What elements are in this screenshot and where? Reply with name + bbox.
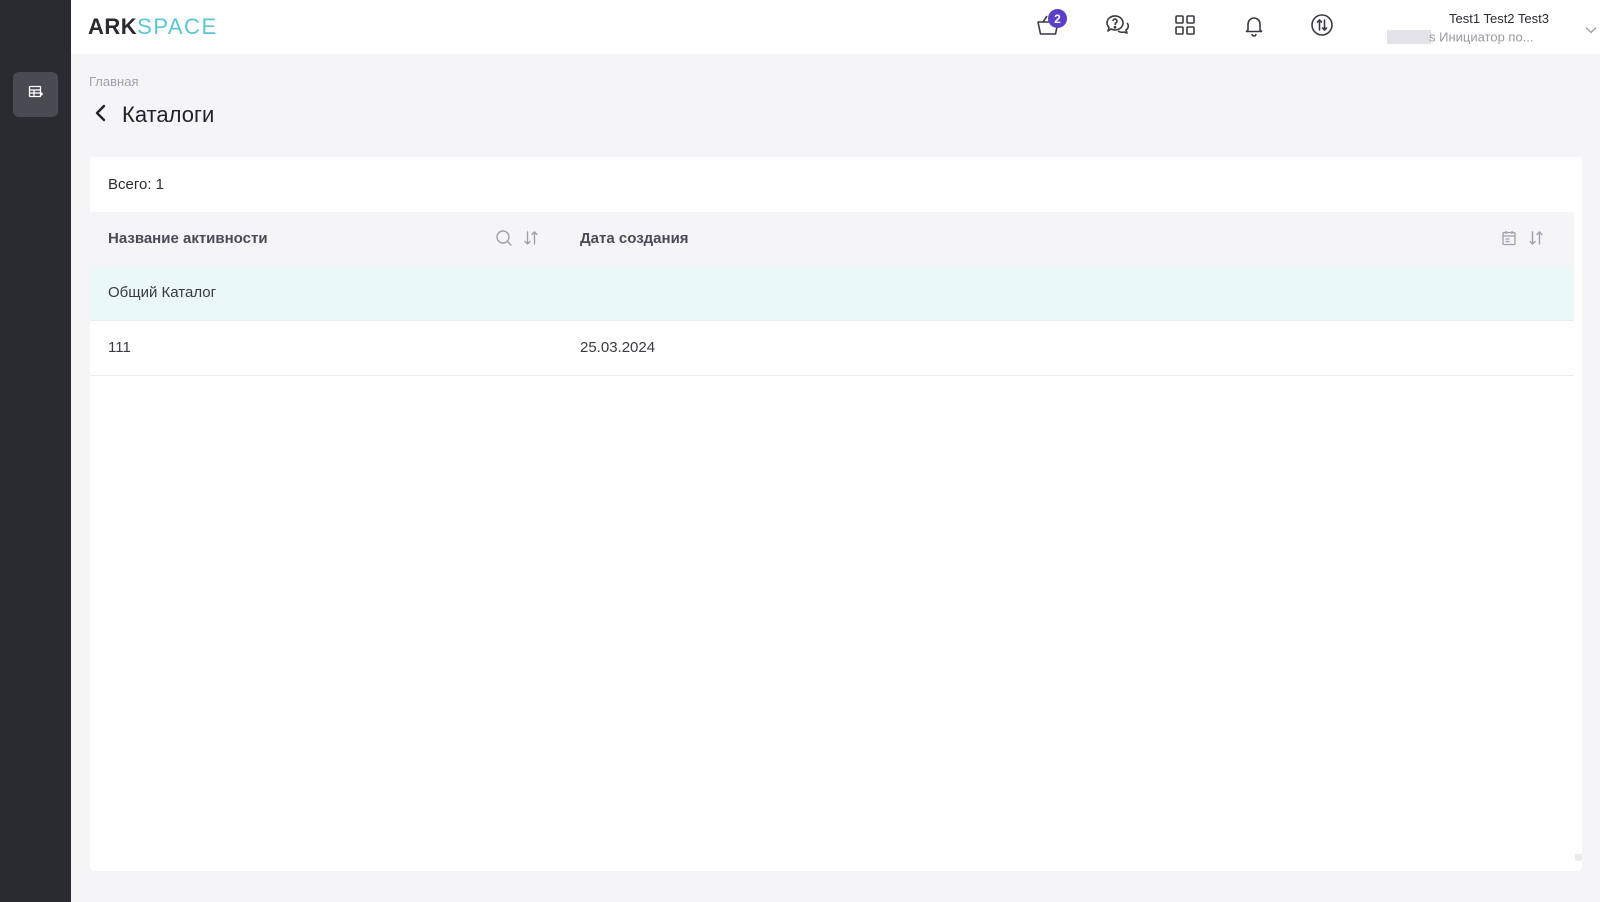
back-button[interactable]: [94, 104, 112, 126]
title-row: Каталоги: [94, 102, 214, 128]
column-header-name: Название активности: [108, 230, 268, 247]
logo[interactable]: ARK SPACE: [88, 14, 218, 40]
scrollbar[interactable]: [1575, 854, 1582, 861]
sidebar-catalog-button[interactable]: [13, 72, 58, 117]
cell-date: 25.03.2024: [580, 339, 656, 356]
logo-space: SPACE: [137, 14, 218, 39]
notifications-button[interactable]: [1239, 12, 1269, 42]
catalog-icon: [28, 84, 44, 105]
breadcrumb-home[interactable]: Главная: [89, 74, 138, 89]
switch-role-button[interactable]: [1307, 12, 1337, 42]
user-role-wrap: s Инициатор по...: [1387, 28, 1557, 45]
cell-name: 111: [108, 339, 131, 356]
help-chat-icon: [1104, 12, 1130, 43]
cell-name: Общий Каталог: [108, 284, 217, 301]
total-count: Всего: 1: [108, 176, 165, 193]
support-button[interactable]: [1102, 12, 1132, 42]
cart-button[interactable]: 2: [1033, 9, 1067, 42]
top-bar: ARK SPACE 2 Test1 Test2 Test3 s Инициато…: [71, 0, 1600, 54]
table-row[interactable]: 111 25.03.2024: [90, 321, 1574, 376]
search-icon[interactable]: [495, 229, 513, 252]
user-role: s Инициатор по...: [1429, 29, 1534, 45]
table-row[interactable]: Общий Каталог: [90, 266, 1574, 321]
apps-button[interactable]: [1170, 12, 1200, 42]
sort-icon[interactable]: [522, 229, 540, 252]
grid-icon: [1173, 13, 1197, 42]
bell-icon: [1242, 13, 1266, 42]
swap-icon: [1309, 12, 1335, 43]
sort-icon[interactable]: [1527, 229, 1545, 252]
sidebar: [0, 0, 71, 902]
calendar-icon[interactable]: [1500, 229, 1518, 252]
column-header-date: Дата создания: [580, 230, 689, 247]
user-name: Test1 Test2 Test3: [1449, 11, 1549, 26]
chevron-left-icon: [94, 104, 106, 127]
logo-ark: ARK: [88, 14, 138, 39]
chevron-down-icon[interactable]: [1585, 21, 1597, 39]
redacted-mask: [1387, 29, 1431, 44]
user-menu[interactable]: Test1 Test2 Test3 s Инициатор по...: [1387, 10, 1597, 46]
catalogs-card: Всего: 1 Название активности Дата создан…: [90, 157, 1582, 871]
page-title: Каталоги: [122, 102, 215, 127]
table-header: Название активности Дата создания: [90, 212, 1574, 266]
cart-count-badge: 2: [1048, 9, 1067, 28]
